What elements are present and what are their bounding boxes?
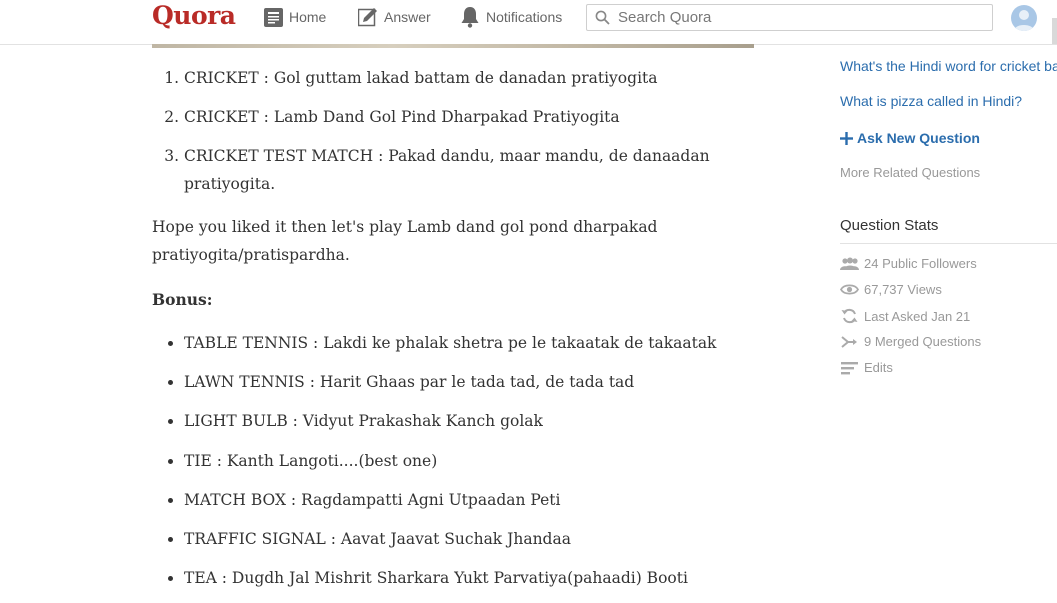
merge-icon bbox=[840, 335, 859, 349]
window-edge bbox=[1052, 18, 1057, 44]
nav-answer-label: Answer bbox=[384, 9, 431, 25]
nav-notifications[interactable]: Notifications bbox=[460, 6, 562, 28]
list-item: TEA : Dugdh Jal Mishrit Sharkara Yukt Pa… bbox=[184, 564, 784, 592]
stat-edits[interactable]: Edits bbox=[840, 360, 893, 375]
stat-merged-questions[interactable]: 9 Merged Questions bbox=[840, 334, 981, 349]
eye-icon bbox=[840, 283, 859, 296]
more-related-questions-link[interactable]: More Related Questions bbox=[840, 165, 980, 180]
list-item: CRICKET : Lamb Dand Gol Pind Dharpakad P… bbox=[184, 103, 744, 131]
stat-followers-label: 24 Public Followers bbox=[864, 256, 977, 271]
list-item: LAWN TENNIS : Harit Ghaas par le tada ta… bbox=[184, 368, 784, 396]
pencil-icon bbox=[358, 7, 378, 27]
related-question-link[interactable]: What is pizza called in Hindi? bbox=[840, 93, 1022, 109]
nav-home[interactable]: Home bbox=[264, 6, 326, 28]
answer-paragraph: Hope you liked it then let's play Lamb d… bbox=[152, 218, 658, 264]
user-avatar[interactable] bbox=[1011, 5, 1037, 31]
bonus-list: TABLE TENNIS : Lakdi ke phalak shetra pe… bbox=[152, 329, 784, 603]
bell-icon bbox=[460, 6, 480, 28]
list-item: TABLE TENNIS : Lakdi ke phalak shetra pe… bbox=[184, 329, 784, 357]
nav-answer[interactable]: Answer bbox=[358, 6, 431, 28]
bonus-heading: Bonus: bbox=[152, 290, 213, 309]
list-item: CRICKET : Gol guttam lakad battam de dan… bbox=[184, 64, 744, 92]
quora-logo[interactable]: Quora bbox=[152, 1, 236, 30]
related-question-2: What is pizza called in Hindi? bbox=[840, 93, 1022, 109]
plus-icon bbox=[840, 131, 853, 145]
home-icon bbox=[264, 7, 283, 27]
related-question-link[interactable]: What's the Hindi word for cricket ba bbox=[840, 58, 1057, 74]
search-input[interactable] bbox=[616, 8, 980, 27]
refresh-icon bbox=[840, 308, 859, 324]
related-question-1: What's the Hindi word for cricket ba bbox=[840, 58, 1057, 74]
stat-merged-label: 9 Merged Questions bbox=[864, 334, 982, 349]
list-item: TRAFFIC SIGNAL : Aavat Jaavat Suchak Jha… bbox=[184, 525, 784, 553]
numbered-list: CRICKET : Gol guttam lakad battam de dan… bbox=[152, 64, 744, 209]
list-item: MATCH BOX : Ragdampatti Agni Utpaadan Pe… bbox=[184, 486, 784, 514]
answer-image-bottom-edge bbox=[152, 44, 754, 48]
search-icon bbox=[595, 10, 610, 25]
list-item: TIE : Kanth Langoti....(best one) bbox=[184, 447, 784, 475]
question-stats-title: Question Stats bbox=[840, 217, 939, 234]
stat-last-asked-label: Last Asked Jan 21 bbox=[864, 308, 971, 324]
stat-edits-label: Edits bbox=[864, 360, 893, 375]
followers-icon bbox=[840, 257, 859, 271]
divider bbox=[840, 243, 1057, 244]
nav-home-label: Home bbox=[289, 9, 327, 25]
nav-notifications-label: Notifications bbox=[486, 9, 563, 25]
search-box[interactable] bbox=[586, 4, 993, 31]
stat-followers[interactable]: 24 Public Followers bbox=[840, 256, 977, 271]
edits-list-icon bbox=[840, 361, 859, 375]
ask-new-question-button[interactable]: Ask New Question bbox=[840, 130, 980, 146]
stat-last-asked: Last Asked Jan 21 bbox=[840, 308, 970, 324]
list-item: CRICKET TEST MATCH : Pakad dandu, maar m… bbox=[184, 142, 744, 198]
stat-views: 67,737 Views bbox=[840, 282, 942, 297]
top-header: Quora Home Answer Notifications bbox=[0, 0, 1057, 45]
ask-new-question-label: Ask New Question bbox=[857, 130, 980, 146]
stat-views-label: 67,737 Views bbox=[864, 282, 942, 297]
list-item: LIGHT BULB : Vidyut Prakashak Kanch gola… bbox=[184, 407, 784, 435]
